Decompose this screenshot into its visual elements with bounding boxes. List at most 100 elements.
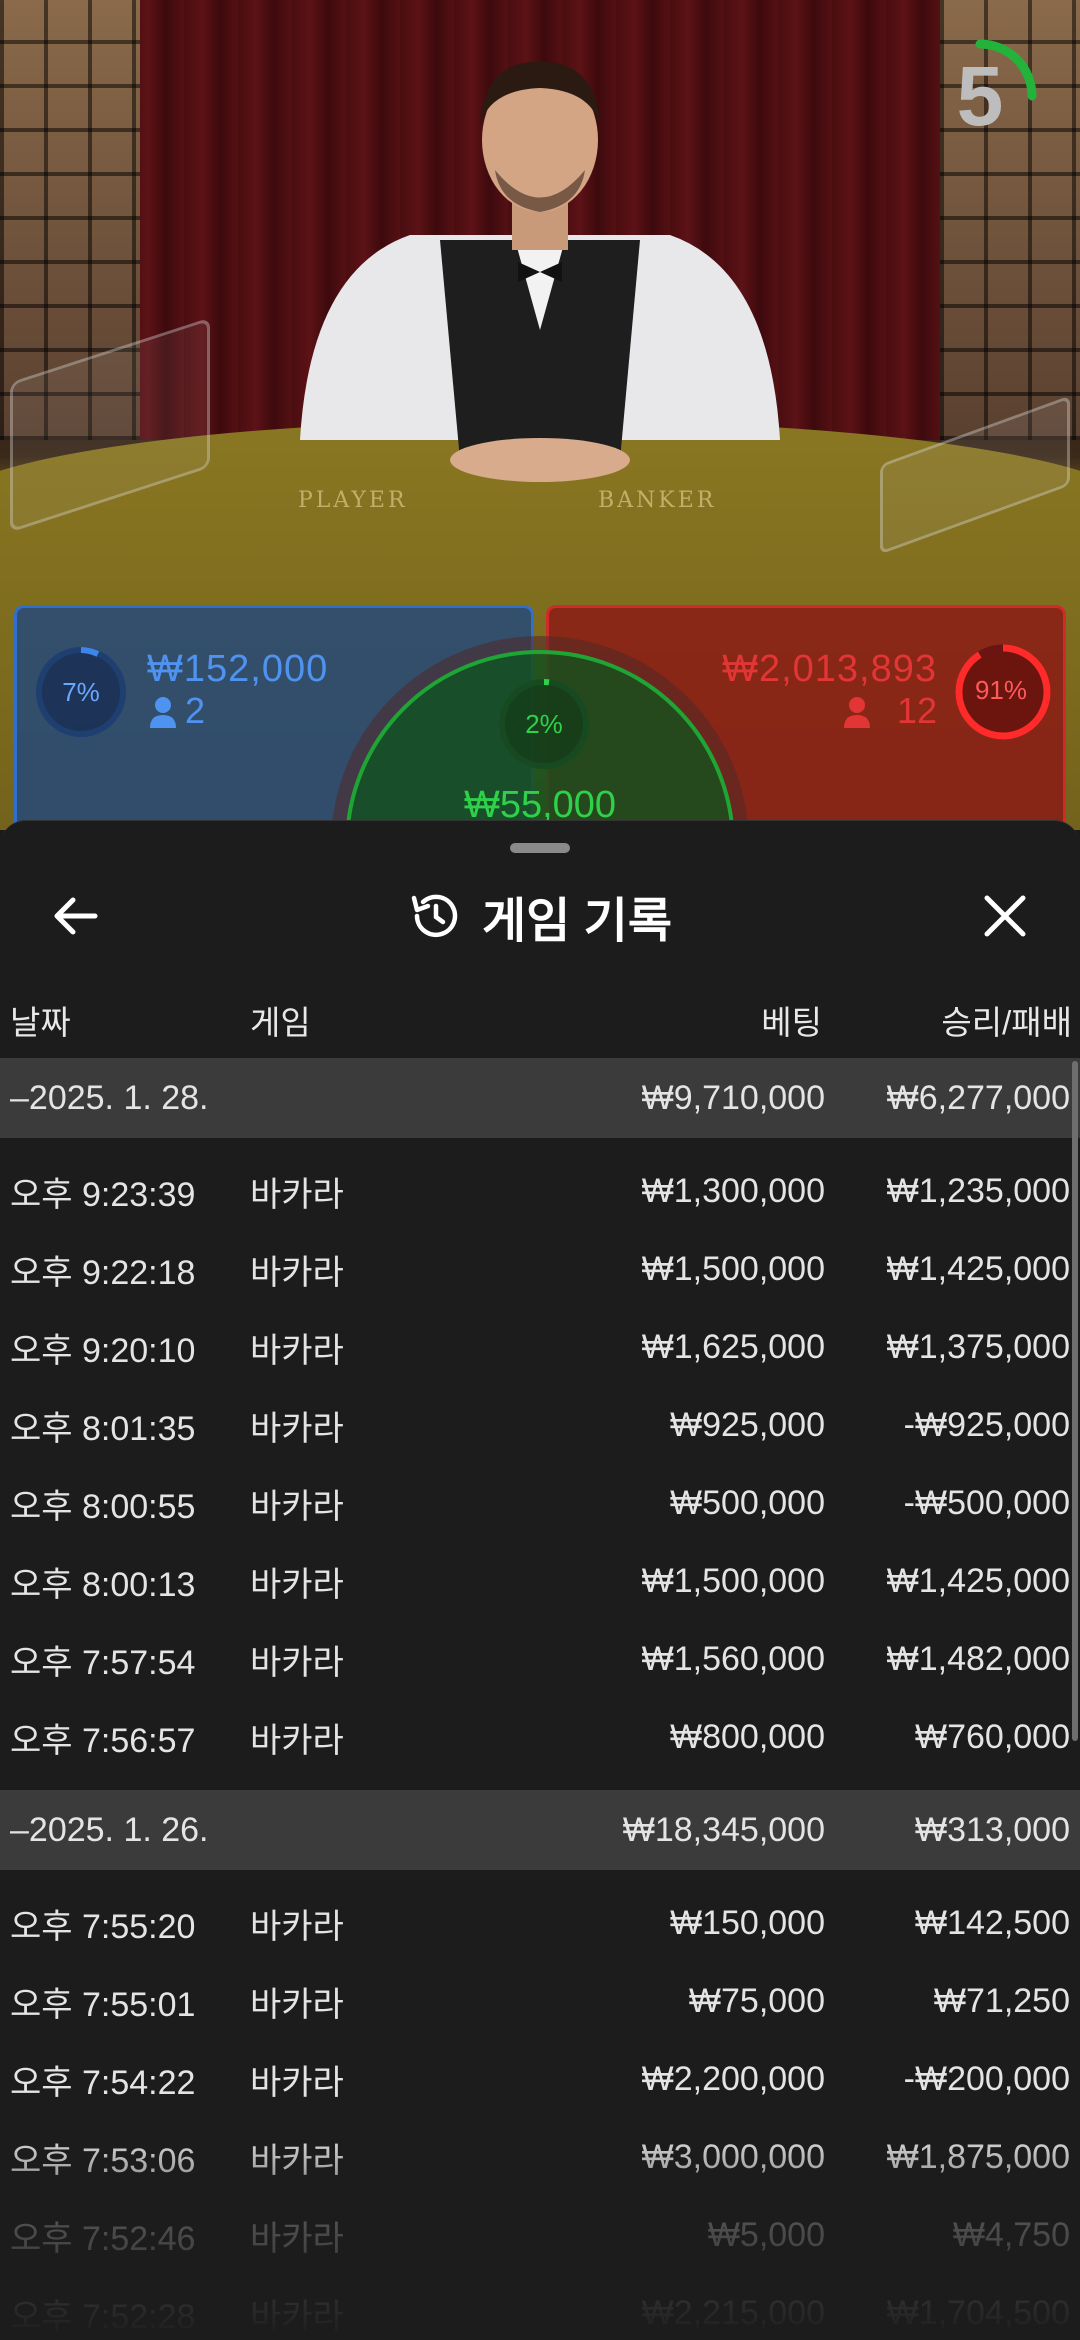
row-bet: ₩1,500,000 bbox=[641, 1249, 825, 1288]
row-game: 바카라 bbox=[250, 1721, 344, 1760]
row-bet: ₩1,560,000 bbox=[641, 1639, 825, 1678]
row-time: 오후 7:54:22 bbox=[10, 2063, 196, 2102]
game-history-sheet: 게임 기록 날짜 게임 베팅 승리/패배 –2025. 1. 28. ₩9,71… bbox=[0, 820, 1080, 2340]
row-time: 오후 7:52:46 bbox=[10, 2219, 196, 2258]
row-game: 바카라 bbox=[250, 2297, 344, 2336]
row-time: 오후 9:20:10 bbox=[10, 1331, 196, 1370]
player-percent-ring: 7% bbox=[33, 644, 129, 740]
row-result: ₩71,250 bbox=[933, 1981, 1070, 2020]
table-row[interactable]: 오후 9:20:10 바카라 ₩1,625,000 ₩1,375,000 bbox=[0, 1308, 1080, 1386]
row-game: 바카라 bbox=[250, 1565, 344, 1604]
tie-percent: 2% bbox=[525, 708, 563, 739]
row-game: 바카라 bbox=[250, 1907, 344, 1946]
table-row[interactable]: 오후 7:56:57 바카라 ₩800,000 ₩760,000 bbox=[0, 1698, 1080, 1776]
table-row[interactable]: 오후 7:52:46 바카라 ₩5,000 ₩4,750 bbox=[0, 2196, 1080, 2274]
row-bet: ₩2,200,000 bbox=[641, 2059, 825, 2098]
row-game: 바카라 bbox=[250, 1487, 344, 1526]
dealer-figure bbox=[300, 61, 780, 482]
row-time: 오후 7:52:28 bbox=[10, 2297, 196, 2336]
group-bet-total: ₩18,345,000 bbox=[622, 1810, 825, 1849]
row-result: ₩1,875,000 bbox=[886, 2137, 1070, 2176]
table-row[interactable]: 오후 7:55:20 바카라 ₩150,000 ₩142,500 bbox=[0, 1884, 1080, 1962]
table-row[interactable]: 오후 7:54:22 바카라 ₩2,200,000 -₩200,000 bbox=[0, 2040, 1080, 2118]
tie-percent-ring: 2% bbox=[496, 676, 592, 772]
row-result: -₩500,000 bbox=[903, 1483, 1070, 1522]
banker-percent: 91% bbox=[974, 674, 1028, 705]
sheet-drag-handle[interactable] bbox=[510, 843, 570, 853]
countdown-timer: 5 bbox=[920, 36, 1040, 156]
banker-bettor-count: 12 bbox=[896, 690, 937, 731]
table-row[interactable]: 오후 9:22:18 바카라 ₩1,500,000 ₩1,425,000 bbox=[0, 1230, 1080, 1308]
group-bet-total: ₩9,710,000 bbox=[641, 1078, 825, 1117]
player-bet-amount: ₩152,000 bbox=[147, 648, 329, 690]
row-bet: ₩1,500,000 bbox=[641, 1561, 825, 1600]
table-row[interactable]: 오후 7:57:54 바카라 ₩1,560,000 ₩1,482,000 bbox=[0, 1620, 1080, 1698]
date-group-row[interactable]: –2025. 1. 26. ₩18,345,000 ₩313,000 bbox=[0, 1790, 1080, 1870]
row-result: ₩1,375,000 bbox=[886, 1327, 1070, 1366]
row-bet: ₩500,000 bbox=[670, 1483, 825, 1522]
group-result-total: ₩313,000 bbox=[915, 1810, 1070, 1849]
table-row[interactable]: 오후 7:53:06 바카라 ₩3,000,000 ₩1,875,000 bbox=[0, 2118, 1080, 2196]
row-time: 오후 8:01:35 bbox=[10, 1409, 196, 1448]
row-game: 바카라 bbox=[250, 1409, 344, 1448]
row-time: 오후 7:53:06 bbox=[10, 2141, 196, 2180]
table-row[interactable]: 오후 7:55:01 바카라 ₩75,000 ₩71,250 bbox=[0, 1962, 1080, 2040]
timer-seconds: 5 bbox=[956, 49, 1004, 143]
user-icon bbox=[150, 697, 176, 728]
player-bettor-count: 2 bbox=[185, 690, 206, 731]
table-row[interactable]: 오후 8:01:35 바카라 ₩925,000 -₩925,000 bbox=[0, 1386, 1080, 1464]
player-percent: 7% bbox=[62, 676, 100, 707]
row-game: 바카라 bbox=[250, 1253, 344, 1292]
history-list[interactable]: –2025. 1. 28. ₩9,710,000 ₩6,277,000 오후 9… bbox=[0, 1058, 1080, 2340]
close-icon bbox=[984, 895, 1026, 937]
row-time: 오후 7:57:54 bbox=[10, 1643, 196, 1682]
row-time: 오후 8:00:13 bbox=[10, 1565, 196, 1604]
history-icon bbox=[411, 894, 458, 938]
banker-percent-ring: 91% bbox=[953, 642, 1051, 740]
row-bet: ₩1,300,000 bbox=[641, 1171, 825, 1210]
table-row[interactable]: 오후 8:00:55 바카라 ₩500,000 -₩500,000 bbox=[0, 1464, 1080, 1542]
row-bet: ₩800,000 bbox=[670, 1717, 825, 1756]
list-scrollbar[interactable] bbox=[1072, 1061, 1078, 1741]
user-icon bbox=[844, 697, 870, 728]
group-date: –2025. 1. 28. bbox=[10, 1078, 209, 1117]
sheet-header: 게임 기록 bbox=[0, 876, 1080, 956]
group-date: –2025. 1. 26. bbox=[10, 1810, 209, 1849]
table-row[interactable]: 오후 8:00:13 바카라 ₩1,500,000 ₩1,425,000 bbox=[0, 1542, 1080, 1620]
row-bet: ₩925,000 bbox=[670, 1405, 825, 1444]
row-time: 오후 8:00:55 bbox=[10, 1487, 196, 1526]
row-bet: ₩5,000 bbox=[707, 2215, 825, 2254]
date-group-row[interactable]: –2025. 1. 28. ₩9,710,000 ₩6,277,000 bbox=[0, 1058, 1080, 1138]
row-result: ₩1,235,000 bbox=[886, 1171, 1070, 1210]
close-button[interactable] bbox=[970, 881, 1040, 951]
row-result: ₩1,704,500 bbox=[886, 2293, 1070, 2332]
column-header-game[interactable]: 게임 bbox=[250, 996, 311, 1044]
table-row[interactable]: 오후 9:23:39 바카라 ₩1,300,000 ₩1,235,000 bbox=[0, 1152, 1080, 1230]
row-bet: ₩75,000 bbox=[688, 1981, 825, 2020]
row-bet: ₩1,625,000 bbox=[641, 1327, 825, 1366]
row-bet: ₩150,000 bbox=[670, 1903, 825, 1942]
row-bet: ₩3,000,000 bbox=[641, 2137, 825, 2176]
row-result: -₩200,000 bbox=[903, 2059, 1070, 2098]
row-result: ₩1,425,000 bbox=[886, 1249, 1070, 1288]
row-time: 오후 7:55:01 bbox=[10, 1985, 196, 2024]
row-result: ₩142,500 bbox=[915, 1903, 1070, 1942]
row-time: 오후 9:22:18 bbox=[10, 1253, 196, 1292]
row-bet: ₩2,215,000 bbox=[641, 2293, 825, 2332]
column-header-date[interactable]: 날짜 bbox=[10, 996, 71, 1044]
table-row[interactable]: 오후 7:52:28 바카라 ₩2,215,000 ₩1,704,500 bbox=[0, 2274, 1080, 2340]
live-video: PLAYER BANKER 5 7% ₩152,000 2 ₩2,013,893… bbox=[0, 0, 1080, 830]
banker-bet-amount: ₩2,013,893 bbox=[722, 648, 937, 690]
row-game: 바카라 bbox=[250, 2063, 344, 2102]
column-header-bet[interactable]: 베팅 bbox=[761, 996, 822, 1044]
row-game: 바카라 bbox=[250, 2219, 344, 2258]
row-result: ₩1,482,000 bbox=[886, 1639, 1070, 1678]
row-result: -₩925,000 bbox=[903, 1405, 1070, 1444]
column-header-result[interactable]: 승리/패배 bbox=[941, 996, 1072, 1044]
sheet-title: 게임 기록 bbox=[482, 895, 672, 948]
row-game: 바카라 bbox=[250, 1175, 344, 1214]
row-result: ₩760,000 bbox=[915, 1717, 1070, 1756]
group-result-total: ₩6,277,000 bbox=[886, 1078, 1070, 1117]
row-time: 오후 9:23:39 bbox=[10, 1175, 196, 1214]
row-time: 오후 7:56:57 bbox=[10, 1721, 196, 1760]
